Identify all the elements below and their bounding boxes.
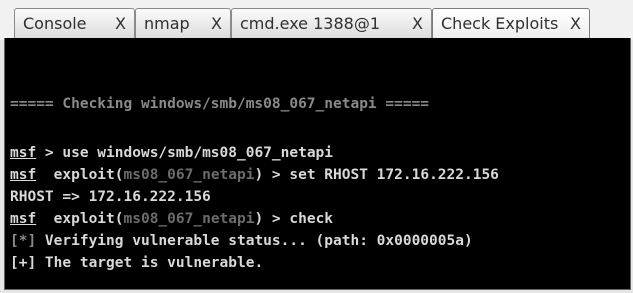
status-text: Verifying vulnerable status... (path: 0x… (36, 233, 473, 249)
tab-label: cmd.exe 1388@1 (240, 14, 380, 33)
terminal-output[interactable]: ===== Checking windows/smb/ms08_067_neta… (4, 38, 631, 290)
tab-cmd[interactable]: cmd.exe 1388@1 X (231, 8, 432, 38)
close-icon[interactable]: X (412, 14, 423, 33)
status-text: The target is vulnerable. (36, 255, 264, 271)
prompt: msf (10, 211, 37, 227)
close-icon[interactable]: X (115, 14, 126, 33)
command-line: msf exploit(ms08_067_netapi) > set RHOST… (10, 166, 499, 184)
prompt: msf (10, 145, 37, 161)
exploit-prefix: exploit( (36, 167, 124, 183)
command-text: > use windows/smb/ms08_067_netapi (36, 145, 334, 161)
command-text: ) > check (254, 211, 334, 227)
prompt: msf (10, 167, 37, 183)
tab-nmap[interactable]: nmap X (135, 8, 231, 38)
tab-check-exploits[interactable]: Check Exploits X (432, 8, 590, 38)
tab-label: nmap (144, 14, 190, 33)
module-name: ms08_067_netapi (123, 211, 255, 227)
info-tag: [*] (10, 233, 37, 249)
tab-label: Check Exploits (441, 14, 559, 33)
close-icon[interactable]: X (570, 14, 581, 33)
tab-bar: Console X nmap X cmd.exe 1388@1 X Check … (0, 0, 633, 40)
command-line: msf exploit(ms08_067_netapi) > check (10, 210, 333, 228)
status-line-info: [*] Verifying vulnerable status... (path… (10, 232, 473, 250)
status-line-success: [+] The target is vulnerable. (10, 254, 263, 272)
output-line: RHOST => 172.16.222.156 (10, 189, 211, 205)
command-line: msf > use windows/smb/ms08_067_netapi (10, 144, 333, 162)
exploit-prefix: exploit( (36, 211, 124, 227)
module-name: ms08_067_netapi (123, 167, 255, 183)
tab-console[interactable]: Console X (14, 8, 135, 38)
tab-label: Console (23, 14, 87, 33)
check-header: ===== Checking windows/smb/ms08_067_neta… (10, 96, 430, 112)
success-tag: [+] (10, 255, 37, 271)
close-icon[interactable]: X (211, 14, 222, 33)
command-text: ) > set RHOST 172.16.222.156 (254, 167, 499, 183)
